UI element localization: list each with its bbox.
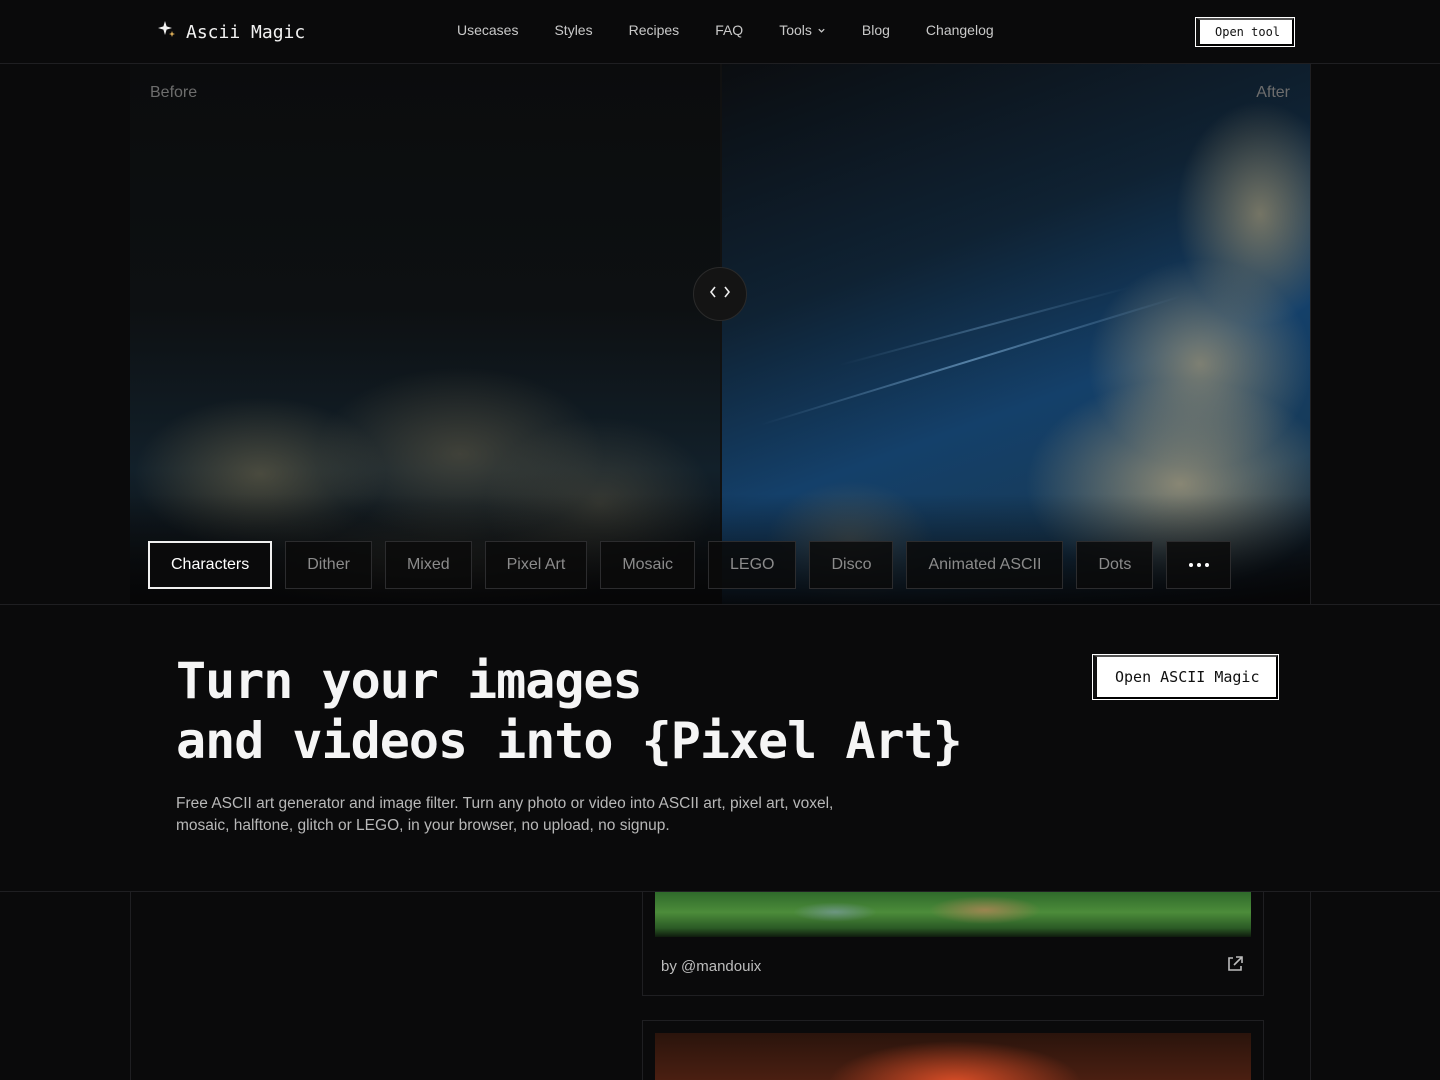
- before-label: Before: [150, 84, 198, 101]
- style-animated-ascii[interactable]: Animated ASCII: [906, 541, 1064, 589]
- site-header: Ascii Magic Usecases Styles Recipes FAQ …: [0, 0, 1440, 64]
- more-styles-button[interactable]: [1166, 541, 1232, 589]
- chevron-right-icon: [723, 285, 731, 303]
- gallery-image: [655, 892, 1251, 937]
- right-rail: [1310, 0, 1311, 1080]
- nav-usecases[interactable]: Usecases: [457, 22, 518, 38]
- style-characters[interactable]: Characters: [148, 541, 273, 589]
- card-author: by @mandouix: [661, 958, 762, 975]
- headline-line-2: and videos into {Pixel Art}: [176, 712, 963, 770]
- after-label: After: [1256, 84, 1290, 101]
- gallery-card[interactable]: [642, 1020, 1264, 1080]
- intro-description: Free ASCII art generator and image filte…: [176, 795, 834, 834]
- nav-changelog[interactable]: Changelog: [926, 22, 994, 38]
- more-dots-icon: [1204, 563, 1209, 567]
- gallery-card[interactable]: by @mandouix: [642, 892, 1264, 996]
- more-dots-icon: [1188, 563, 1193, 567]
- gallery-image: [655, 1033, 1251, 1080]
- intro-section: Turn your images and videos into {Pixel …: [0, 604, 1440, 892]
- nav-recipes[interactable]: Recipes: [629, 22, 680, 38]
- nav-blog[interactable]: Blog: [862, 22, 890, 38]
- style-disco[interactable]: Disco: [809, 541, 894, 589]
- more-dots-icon: [1196, 563, 1201, 567]
- open-tool-button[interactable]: Open tool: [1194, 17, 1296, 47]
- light-streak: [759, 295, 1182, 426]
- external-link-icon[interactable]: [1225, 954, 1245, 974]
- chevron-down-icon: [817, 22, 826, 38]
- open-ascii-magic-button[interactable]: Open ASCII Magic: [1092, 654, 1279, 700]
- sparkle-icon: [157, 20, 177, 45]
- nav-tools-label: Tools: [779, 22, 812, 38]
- nav-styles[interactable]: Styles: [554, 22, 592, 38]
- style-pixel-art[interactable]: Pixel Art: [484, 541, 588, 589]
- nav-faq[interactable]: FAQ: [715, 22, 743, 38]
- style-mixed[interactable]: Mixed: [384, 541, 472, 589]
- brand-logo[interactable]: Ascii Magic: [157, 20, 305, 45]
- page-headline: Turn your images and videos into {Pixel …: [176, 651, 963, 771]
- compare-handle[interactable]: [693, 267, 747, 321]
- style-mosaic[interactable]: Mosaic: [600, 541, 695, 589]
- nav-tools[interactable]: Tools: [779, 22, 826, 38]
- before-after-compare[interactable]: Before After Characters Dither Mixed Pix…: [130, 64, 1310, 604]
- chevron-left-icon: [709, 285, 717, 303]
- brand-name: Ascii Magic: [186, 22, 306, 43]
- style-dots[interactable]: Dots: [1076, 541, 1154, 589]
- style-lego[interactable]: LEGO: [708, 541, 797, 589]
- headline-line-1: Turn your images: [176, 652, 643, 710]
- main-nav: Usecases Styles Recipes FAQ Tools Blog C…: [457, 22, 1030, 38]
- style-dither[interactable]: Dither: [285, 541, 372, 589]
- style-selector: Characters Dither Mixed Pixel Art Mosaic…: [148, 541, 1232, 589]
